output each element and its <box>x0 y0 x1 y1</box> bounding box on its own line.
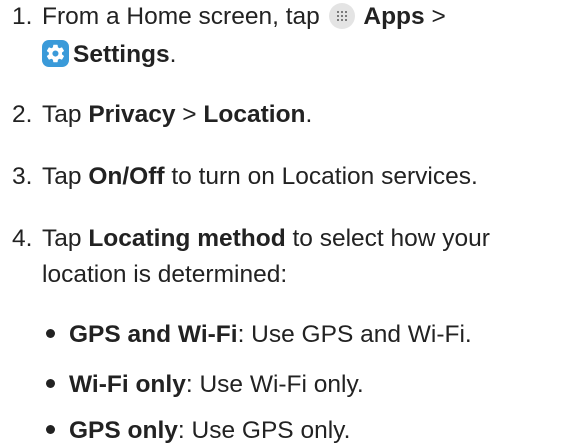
step-2-pre: Tap <box>42 101 89 128</box>
step-4-rest: to select how your <box>285 225 490 252</box>
step-text: From a Home screen, tap Apps > <box>42 3 446 30</box>
bullet-text: : Use GPS only. <box>177 417 351 444</box>
step-number: 2. <box>12 101 33 128</box>
step-number: 3. <box>12 163 33 190</box>
bullet-item-wifi-only: Wi-Fi only: Use Wi-Fi only. <box>46 368 364 402</box>
bullet-text: : Use GPS and Wi-Fi. <box>237 321 472 348</box>
settings-gear-icon <box>42 40 69 67</box>
step-3: 3. Tap On/Off to turn on Location service… <box>12 160 572 194</box>
apps-label: Apps <box>363 3 425 30</box>
step-1-sep: > <box>424 3 446 30</box>
step-3-pre: Tap <box>42 163 89 190</box>
bullet-dot <box>46 379 55 388</box>
bullet-dot <box>46 425 55 434</box>
on-off-label: On/Off <box>88 163 165 190</box>
location-label: Location <box>203 101 306 128</box>
bullet-label: GPS only <box>69 417 178 444</box>
step-2-end: . <box>305 101 313 128</box>
step-1-continued: Settings. <box>42 38 176 72</box>
step-2: 2. Tap Privacy > Location. <box>12 98 572 132</box>
settings-label: Settings <box>73 41 170 68</box>
step-1-pre: From a Home screen, tap <box>42 3 327 30</box>
locating-method-label: Locating method <box>88 225 286 252</box>
apps-grid-icon <box>328 3 355 29</box>
step-1-end: . <box>169 41 177 68</box>
privacy-label: Privacy <box>88 101 176 128</box>
bullet-item-gps-only: GPS only: Use GPS only. <box>46 414 350 448</box>
bullet-label: Wi-Fi only <box>69 371 186 398</box>
step-4: 4. Tap Locating method to select how your <box>12 222 572 256</box>
bullet-dot <box>46 329 55 338</box>
step-text: Tap On/Off to turn on Location services. <box>42 163 478 190</box>
step-3-rest: to turn on Location services. <box>164 163 478 190</box>
step-number: 4. <box>12 225 33 252</box>
step-4-pre: Tap <box>42 225 89 252</box>
step-text: Tap Locating method to select how your <box>42 225 490 252</box>
bullet-item-gps-wifi: GPS and Wi-Fi: Use GPS and Wi-Fi. <box>46 318 472 352</box>
step-1: 1. From a Home screen, tap Apps > <box>12 0 572 34</box>
bullet-text: : Use Wi-Fi only. <box>185 371 364 398</box>
step-2-sep: > <box>175 101 204 128</box>
step-number: 1. <box>12 3 33 30</box>
bullet-label: GPS and Wi-Fi <box>69 321 238 348</box>
step-4-continued: location is determined: <box>42 261 288 288</box>
step-text: Tap Privacy > Location. <box>42 101 312 128</box>
